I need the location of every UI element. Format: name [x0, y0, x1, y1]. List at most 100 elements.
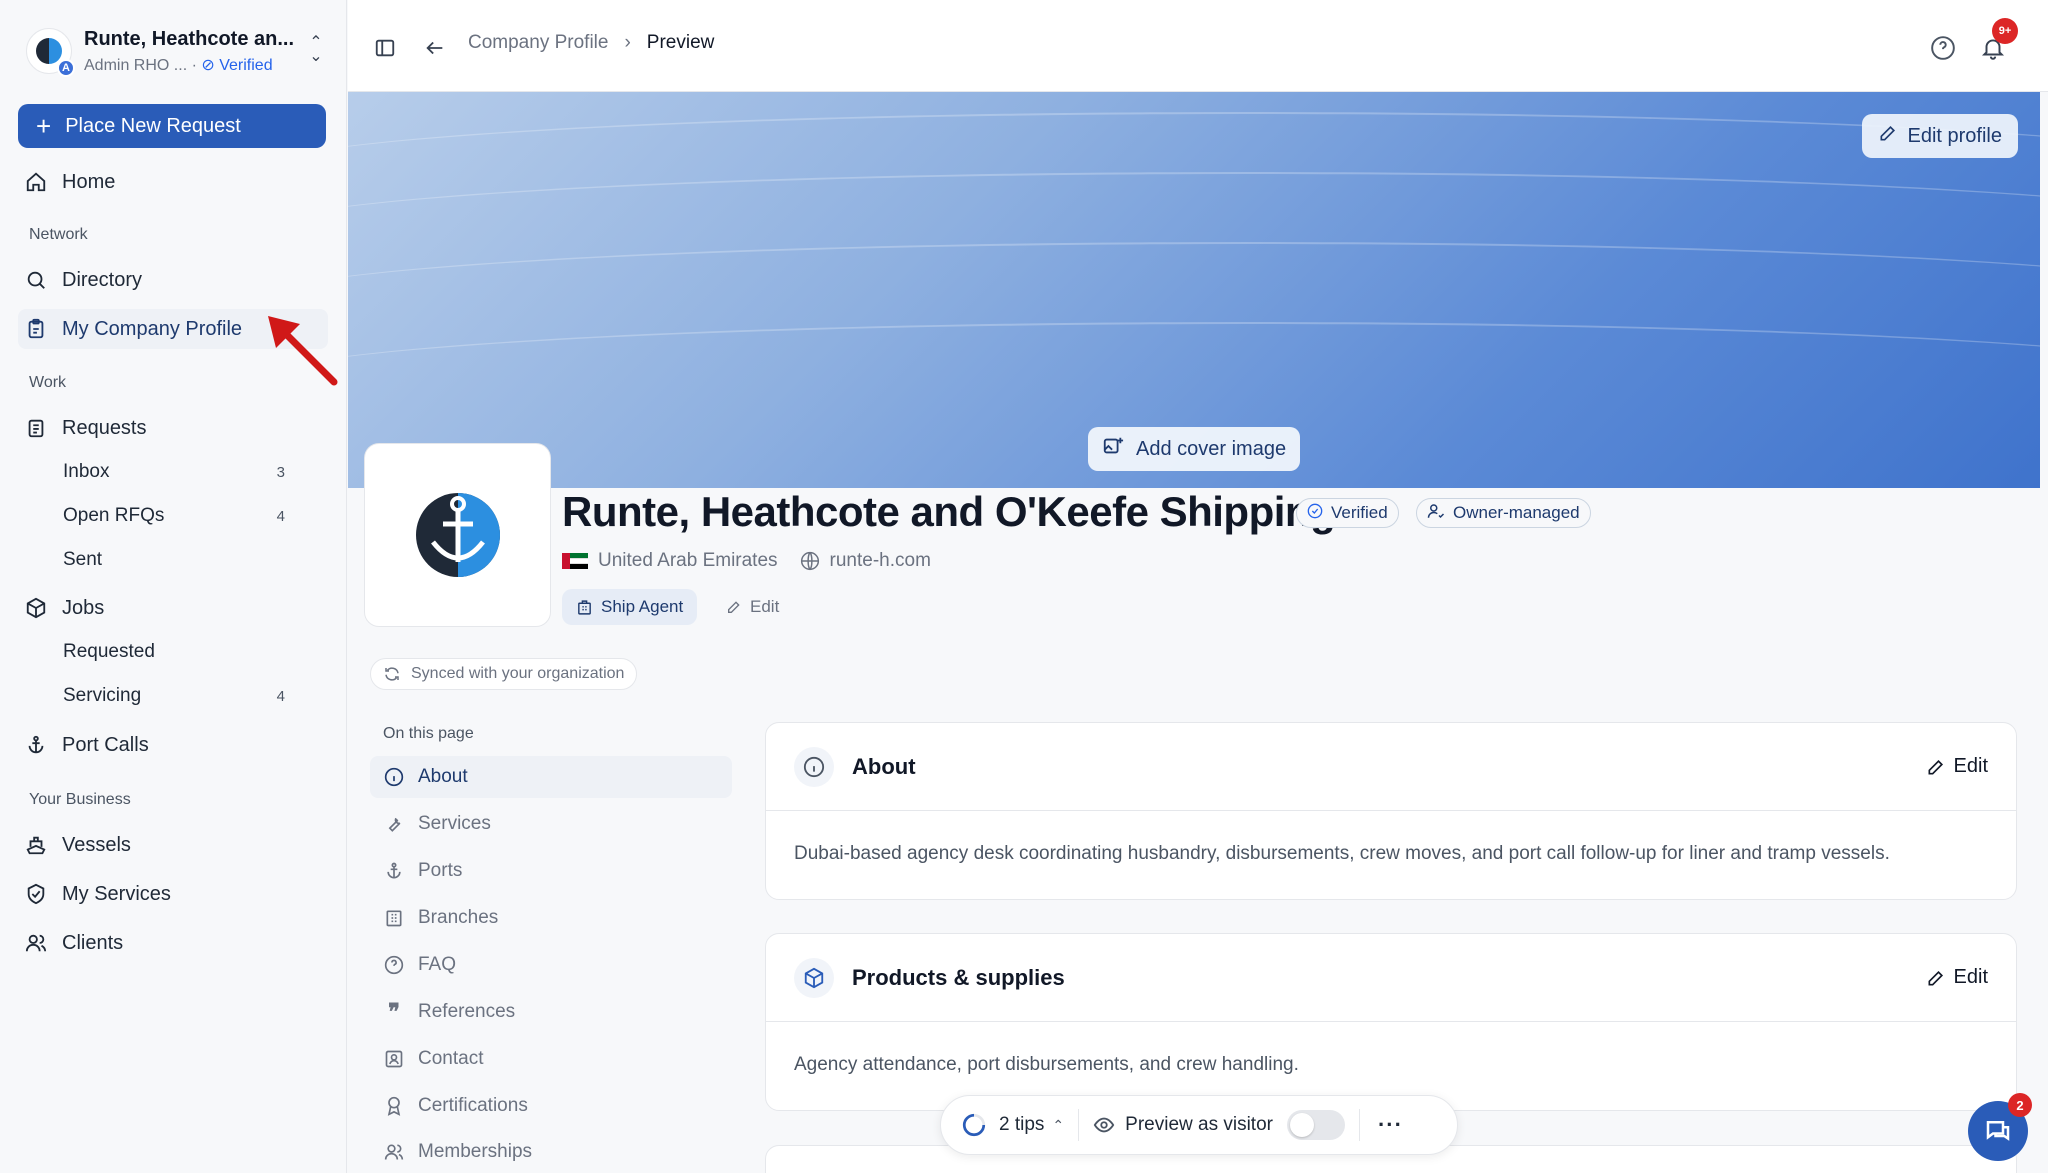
spinner-icon — [961, 1112, 987, 1138]
nav-home[interactable]: Home — [22, 162, 115, 202]
eye-icon — [1093, 1114, 1115, 1136]
edit-role-label: Edit — [750, 597, 780, 616]
org-switcher[interactable]: A Runte, Heathcote an... Admin RHO ... ·… — [26, 22, 326, 80]
nav-port-calls-label: Port Calls — [62, 733, 149, 756]
products-edit-button[interactable]: Edit — [1926, 966, 1988, 989]
question-circle-icon — [382, 955, 406, 975]
quote-icon: ❞ — [388, 999, 400, 1024]
otp-services[interactable]: Services — [370, 803, 732, 845]
nav-vessels-label: Vessels — [62, 833, 131, 856]
sidebar-toggle-icon[interactable] — [370, 33, 400, 63]
home-icon — [22, 168, 50, 196]
nav-open-rfqs[interactable]: Open RFQs 4 — [63, 498, 285, 534]
preview-as-visitor-toggle[interactable] — [1286, 1110, 1345, 1140]
preview-toolbar: 2 tips ⌃ Preview as visitor ··· — [940, 1095, 1458, 1155]
more-icon[interactable]: ··· — [1378, 1112, 1403, 1138]
back-arrow-icon[interactable] — [420, 33, 450, 63]
company-meta: United Arab Emirates runte-h.com — [562, 550, 931, 572]
owner-managed-label: Owner-managed — [1453, 503, 1580, 522]
place-new-request-button[interactable]: + Place New Request — [18, 104, 326, 148]
nav-jobs[interactable]: Jobs — [22, 588, 104, 628]
admin-badge: A — [57, 59, 75, 77]
owner-managed-pill: Owner-managed — [1416, 498, 1591, 528]
nav-vessels[interactable]: Vessels — [22, 825, 131, 865]
help-icon[interactable] — [1928, 33, 1958, 63]
divider — [1358, 1109, 1360, 1141]
nav-requested[interactable]: Requested — [63, 634, 285, 670]
open-rfqs-count: 4 — [276, 507, 285, 525]
tips-button[interactable]: 2 tips — [999, 1114, 1044, 1136]
info-icon — [794, 746, 834, 787]
section-your-business: Your Business — [29, 791, 131, 808]
box-icon — [794, 957, 834, 998]
otp-services-label: Services — [418, 813, 491, 834]
section-network: Network — [29, 226, 88, 243]
annotation-arrow-icon — [268, 316, 338, 386]
sidebar: A Runte, Heathcote an... Admin RHO ... ·… — [0, 0, 347, 1173]
otp-faq-label: FAQ — [418, 954, 457, 975]
wrench-icon — [382, 814, 406, 834]
nav-servicing[interactable]: Servicing 4 — [63, 678, 285, 714]
otp-references[interactable]: ❞ References — [370, 991, 732, 1033]
breadcrumb-company-profile[interactable]: Company Profile — [468, 32, 608, 54]
org-verified: Verified — [219, 56, 273, 74]
otp-references-label: References — [418, 1001, 516, 1022]
globe-icon — [800, 551, 820, 571]
otp-faq[interactable]: FAQ — [370, 944, 732, 986]
nav-sent[interactable]: Sent — [63, 542, 285, 578]
anchor-icon — [22, 731, 50, 759]
otp-memberships[interactable]: Memberships — [370, 1131, 732, 1173]
breadcrumb: Company Profile › Preview — [468, 32, 714, 54]
add-cover-image-button[interactable]: Add cover image — [1088, 427, 1301, 471]
products-edit-label: Edit — [1953, 966, 1988, 988]
company-logo[interactable] — [365, 444, 550, 626]
users-icon — [22, 929, 50, 957]
nav-directory-label: Directory — [62, 268, 143, 291]
cover-image: Edit profile Add cover image — [348, 92, 2040, 488]
anchor-logo-icon — [36, 38, 62, 64]
building-icon — [382, 908, 406, 928]
chat-icon — [1986, 1121, 2010, 1141]
pencil-icon — [1926, 757, 1946, 777]
nav-requests-label: Requests — [62, 416, 147, 439]
otp-ports[interactable]: Ports — [370, 850, 732, 892]
synced-label: Synced with your organization — [411, 665, 625, 682]
org-role: Admin RHO ... — [84, 56, 188, 74]
otp-contact[interactable]: Contact — [370, 1038, 732, 1080]
nav-port-calls[interactable]: Port Calls — [22, 725, 149, 765]
otp-branches-label: Branches — [418, 907, 499, 928]
otp-about[interactable]: About — [370, 756, 732, 798]
otp-certifications[interactable]: Certifications — [370, 1085, 732, 1127]
about-edit-button[interactable]: Edit — [1926, 755, 1988, 778]
ship-icon — [22, 831, 50, 859]
nav-directory[interactable]: Directory — [22, 260, 142, 300]
image-plus-icon — [1102, 435, 1124, 463]
contact-card-icon — [382, 1049, 406, 1069]
anchor-logo-icon — [415, 493, 500, 577]
edit-role-button[interactable]: Edit — [726, 597, 779, 617]
about-title: About — [852, 753, 916, 779]
nav-open-rfqs-label: Open RFQs — [63, 505, 165, 526]
nav-inbox-label: Inbox — [63, 461, 110, 482]
org-name: Runte, Heathcote an... — [84, 27, 295, 50]
on-this-page-label: On this page — [383, 725, 474, 742]
breadcrumb-preview: Preview — [646, 32, 715, 53]
pencil-icon — [1878, 123, 1898, 149]
otp-branches[interactable]: Branches — [370, 897, 732, 939]
nav-sent-label: Sent — [63, 549, 103, 570]
company-website[interactable]: runte-h.com — [830, 550, 931, 572]
search-icon — [22, 266, 50, 294]
chevron-up-icon[interactable]: ⌃ — [1052, 1117, 1064, 1134]
verified-pill: Verified — [1296, 498, 1399, 528]
nav-my-services[interactable]: My Services — [22, 874, 171, 914]
chevron-up-down-icon[interactable]: ⌃ ⌄ — [306, 35, 326, 66]
nav-requests[interactable]: Requests — [22, 408, 147, 448]
edit-profile-button[interactable]: Edit profile — [1861, 114, 2018, 158]
award-icon — [382, 1096, 406, 1116]
about-card: About Edit Dubai-based agency desk coord… — [765, 722, 2017, 900]
nav-home-label: Home — [62, 170, 116, 193]
nav-clients-label: Clients — [62, 931, 124, 954]
otp-ports-label: Ports — [418, 860, 463, 881]
nav-clients[interactable]: Clients — [22, 923, 123, 963]
nav-inbox[interactable]: Inbox 3 — [63, 454, 285, 490]
